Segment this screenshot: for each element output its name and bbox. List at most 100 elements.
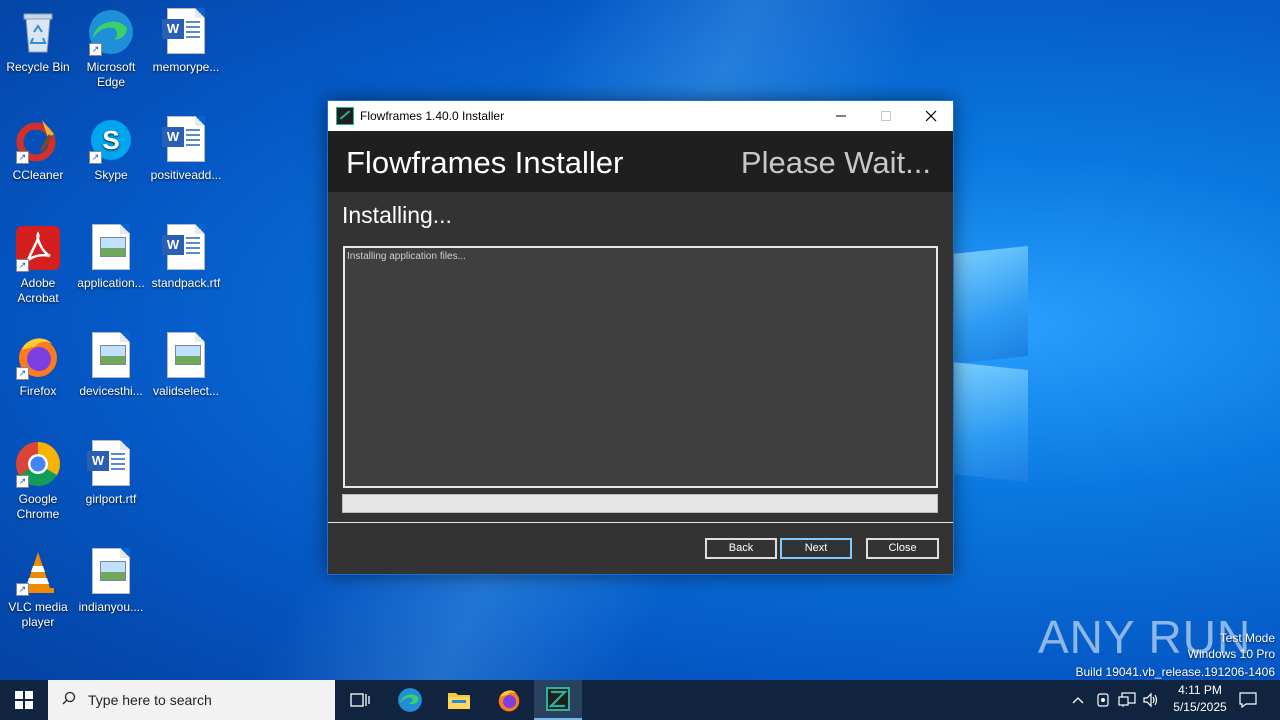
taskbar-file-explorer[interactable] (435, 680, 483, 720)
word-document-icon: W (162, 116, 210, 164)
recycle-bin-icon (14, 8, 62, 56)
desktop-icon-label: devicesthi... (79, 384, 143, 398)
installer-header: Flowframes Installer Please Wait... (328, 131, 953, 192)
maximize-button (863, 101, 908, 131)
desktop-icon-label: memorype... (152, 60, 220, 74)
image-file-icon (87, 332, 135, 380)
close-icon (925, 110, 936, 122)
desktop-icon-label: positiveadd... (150, 168, 222, 182)
taskbar-edge[interactable] (386, 680, 434, 720)
network-icon (1118, 692, 1136, 707)
word-document-icon: W (87, 440, 135, 488)
windows-start-icon (15, 691, 33, 709)
word-document-icon: W (162, 8, 210, 56)
tray-volume-button[interactable] (1140, 680, 1162, 720)
install-log-box[interactable]: Installing application files... (343, 246, 938, 488)
desktop-icon-label: indianyou.... (78, 600, 144, 614)
desktop-icon-indianyou[interactable]: indianyou.... (73, 548, 149, 615)
desktop-icon-girlport[interactable]: W girlport.rtf (73, 440, 149, 507)
install-log-text: Installing application files... (347, 251, 466, 262)
tray-overflow-button[interactable] (1068, 680, 1088, 720)
word-document-icon: W (162, 224, 210, 272)
test-mode-text: Test Mode (1219, 631, 1275, 645)
desktop-icon-label: Firefox (19, 384, 57, 398)
image-file-icon (87, 224, 135, 272)
desktop-icon-standpack[interactable]: W standpack.rtf (148, 224, 224, 291)
adobe-acrobat-icon: ↗ (14, 224, 62, 272)
desktop-icon-label: Adobe Acrobat (17, 276, 59, 305)
desktop-icon-label: girlport.rtf (85, 492, 137, 506)
svg-text:S: S (102, 125, 119, 155)
installer-window: Flowframes 1.40.0 Installer Flowframes I… (327, 100, 954, 575)
action-center-button[interactable] (1232, 680, 1264, 720)
desktop-icon-positiveadd[interactable]: W positiveadd... (148, 116, 224, 183)
flowframes-app-icon (336, 107, 354, 125)
desktop-icon-label: application... (77, 276, 145, 290)
task-view-button[interactable] (336, 680, 384, 720)
edge-icon: ↗ (87, 8, 135, 56)
minimize-icon (835, 115, 846, 117)
taskbar-flowframes[interactable] (534, 680, 582, 720)
chevron-up-icon (1072, 697, 1084, 704)
device-icon (1097, 693, 1109, 707)
desktop-icon-recycle-bin[interactable]: Recycle Bin (0, 8, 76, 75)
close-button[interactable]: Close (866, 538, 939, 559)
taskbar-clock[interactable]: 4:11 PM 5/15/2025 (1160, 682, 1240, 716)
vlc-cone-icon: ↗ (14, 548, 62, 596)
edge-icon (398, 688, 422, 712)
desktop-icon-google-chrome[interactable]: ↗ Google Chrome (0, 440, 76, 522)
taskbar-firefox[interactable] (485, 680, 533, 720)
desktop-icon-ccleaner[interactable]: ↗ CCleaner (0, 116, 76, 183)
desktop-icon-firefox[interactable]: ↗ Firefox (0, 332, 76, 399)
window-title: Flowframes 1.40.0 Installer (360, 109, 505, 123)
desktop-icon-validselect[interactable]: validselect... (148, 332, 224, 399)
desktop-icon-application[interactable]: application... (73, 224, 149, 291)
start-button[interactable] (0, 680, 48, 720)
next-button[interactable]: Next (780, 538, 852, 559)
ccleaner-icon: ↗ (14, 116, 62, 164)
desktop-icon-adobe-acrobat[interactable]: ↗ Adobe Acrobat (0, 224, 76, 306)
desktop-icon-label: validselect... (152, 384, 220, 398)
taskbar: Type here to search 4:11 PM 5/15/2025 (0, 680, 1280, 720)
desktop-icon-label: VLC media player (8, 600, 68, 629)
notification-icon (1239, 692, 1257, 708)
desktop-icon-microsoft-edge[interactable]: ↗ Microsoft Edge (73, 8, 149, 90)
firefox-icon: ↗ (14, 332, 62, 380)
image-file-icon (87, 548, 135, 596)
footer-divider (328, 522, 953, 523)
back-button[interactable]: Back (705, 538, 777, 559)
window-titlebar[interactable]: Flowframes 1.40.0 Installer (328, 101, 953, 131)
firefox-icon (498, 690, 520, 712)
maximize-icon (880, 111, 891, 121)
task-view-icon (350, 693, 370, 707)
image-file-icon (162, 332, 210, 380)
installer-body: Installing... Installing application fil… (328, 192, 953, 574)
skype-icon: S ↗ (87, 116, 135, 164)
clock-time: 4:11 PM (1178, 683, 1222, 697)
desktop-icon-vlc[interactable]: ↗ VLC media player (0, 548, 76, 630)
folder-icon (448, 693, 470, 709)
flowframes-icon (546, 687, 570, 711)
taskbar-search-box[interactable]: Type here to search (48, 680, 335, 720)
desktop-icon-devicesthi[interactable]: devicesthi... (73, 332, 149, 399)
tray-device-button[interactable] (1092, 680, 1114, 720)
desktop-icon-label: standpack.rtf (151, 276, 221, 290)
desktop-icon-memorype[interactable]: W memorype... (148, 8, 224, 75)
header-status: Please Wait... (740, 145, 931, 180)
install-progress-bar (342, 494, 938, 513)
desktop-icon-label: Google Chrome (16, 492, 60, 521)
desktop-icon-skype[interactable]: S ↗ Skype (73, 116, 149, 183)
header-title: Flowframes Installer (346, 145, 624, 180)
close-window-button[interactable] (908, 101, 953, 131)
windows-edition-text: Windows 10 Pro (1187, 647, 1275, 661)
desktop-icon-label: Skype (94, 168, 128, 182)
search-placeholder: Type here to search (88, 692, 212, 708)
clock-date: 5/15/2025 (1173, 700, 1227, 714)
volume-icon (1143, 692, 1158, 708)
build-text: Build 19041.vb_release.191206-1406 (1075, 665, 1276, 679)
minimize-button[interactable] (818, 101, 863, 131)
page-subtitle: Installing... (342, 202, 452, 228)
desktop-icon-label: CCleaner (12, 168, 64, 182)
tray-network-button[interactable] (1116, 680, 1138, 720)
search-icon (62, 691, 76, 705)
